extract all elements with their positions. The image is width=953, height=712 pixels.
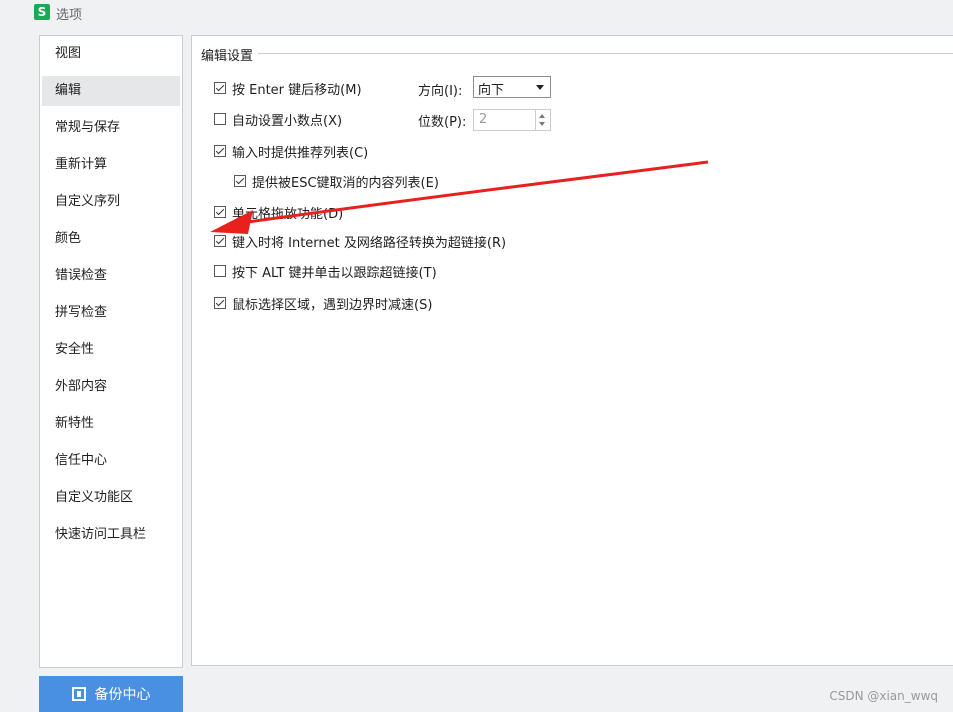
stepper-buttons[interactable] — [535, 110, 550, 130]
checkbox[interactable] — [214, 82, 226, 94]
option-label: 按下 ALT 键并单击以跟踪超链接(T) — [232, 265, 437, 281]
section-title: 编辑设置 — [201, 45, 258, 64]
option-label: 自动设置小数点(X) — [232, 113, 343, 129]
checkbox[interactable] — [214, 265, 226, 277]
option-label: 键入时将 Internet 及网络路径转换为超链接(R) — [232, 235, 507, 251]
chevron-down-icon — [536, 85, 544, 90]
backup-center-label: 备份中心 — [94, 687, 151, 703]
option-mouse-select-slowdown[interactable]: 鼠标选择区域，遇到边界时减速(S) — [214, 294, 433, 313]
checkbox[interactable] — [214, 206, 226, 218]
option-convert-hyperlinks[interactable]: 键入时将 Internet 及网络路径转换为超链接(R) — [214, 232, 507, 251]
checkbox[interactable] — [214, 113, 226, 125]
sidebar-item-edit[interactable]: 编辑 — [42, 76, 180, 106]
sidebar-item-new-features[interactable]: 新特性 — [42, 409, 180, 439]
sidebar-item-custom-lists[interactable]: 自定义序列 — [42, 187, 180, 217]
decimal-places-value: 2 — [479, 112, 488, 127]
option-drag-drop-cells[interactable]: 单元格拖放功能(D) — [214, 203, 344, 222]
decimal-places-stepper[interactable]: 2 — [473, 109, 551, 131]
sidebar-item-color[interactable]: 颜色 — [42, 224, 180, 254]
title-bar: S 选项 — [0, 0, 953, 26]
option-label: 输入时提供推荐列表(C) — [232, 145, 369, 161]
option-label: 按 Enter 键后移动(M) — [232, 82, 362, 98]
option-label: 鼠标选择区域，遇到边界时减速(S) — [232, 297, 433, 313]
direction-select[interactable]: 向下 — [473, 76, 551, 98]
section-divider — [258, 53, 953, 54]
checkbox[interactable] — [214, 145, 226, 157]
edit-settings-panel: 编辑设置 按 Enter 键后移动(M) 方向(I): 向下 自动设置小数点(X… — [191, 35, 953, 666]
sidebar-item-customize-ribbon[interactable]: 自定义功能区 — [42, 483, 180, 513]
decrement-arrow-icon[interactable] — [539, 122, 545, 126]
option-alt-click-hyperlink[interactable]: 按下 ALT 键并单击以跟踪超链接(T) — [214, 262, 437, 281]
direction-value: 向下 — [478, 83, 505, 98]
checkbox[interactable] — [214, 235, 226, 247]
backup-center-button[interactable]: 备份中心 — [39, 676, 183, 712]
backup-icon — [71, 687, 86, 701]
sidebar-item-trust-center[interactable]: 信任中心 — [42, 446, 180, 476]
checkbox[interactable] — [234, 175, 246, 187]
window-title: 选项 — [56, 8, 83, 23]
option-auto-decimal[interactable]: 自动设置小数点(X) — [214, 110, 343, 129]
decimal-places-label: 位数(P): — [418, 115, 467, 130]
watermark: CSDN @xian_wwq — [829, 689, 938, 703]
option-label: 单元格拖放功能(D) — [232, 206, 344, 222]
sidebar-item-spell-check[interactable]: 拼写检查 — [42, 298, 180, 328]
options-sidebar: 视图 编辑 常规与保存 重新计算 自定义序列 颜色 错误检查 拼写检查 安全性 … — [39, 35, 183, 668]
option-esc-cancelled-list[interactable]: 提供被ESC键取消的内容列表(E) — [234, 172, 439, 191]
sidebar-item-general-save[interactable]: 常规与保存 — [42, 113, 180, 143]
option-autocomplete-list[interactable]: 输入时提供推荐列表(C) — [214, 142, 369, 161]
sidebar-item-quick-access-toolbar[interactable]: 快速访问工具栏 — [42, 520, 180, 550]
checkbox[interactable] — [214, 297, 226, 309]
option-label: 提供被ESC键取消的内容列表(E) — [252, 175, 439, 191]
sidebar-item-recalculate[interactable]: 重新计算 — [42, 150, 180, 180]
direction-label: 方向(I): — [418, 84, 463, 99]
sidebar-item-error-check[interactable]: 错误检查 — [42, 261, 180, 291]
sidebar-item-view[interactable]: 视图 — [42, 39, 180, 69]
option-move-after-enter[interactable]: 按 Enter 键后移动(M) — [214, 79, 362, 98]
increment-arrow-icon[interactable] — [539, 114, 545, 118]
sidebar-item-external-content[interactable]: 外部内容 — [42, 372, 180, 402]
app-logo-icon: S — [34, 4, 50, 20]
sidebar-item-security[interactable]: 安全性 — [42, 335, 180, 365]
